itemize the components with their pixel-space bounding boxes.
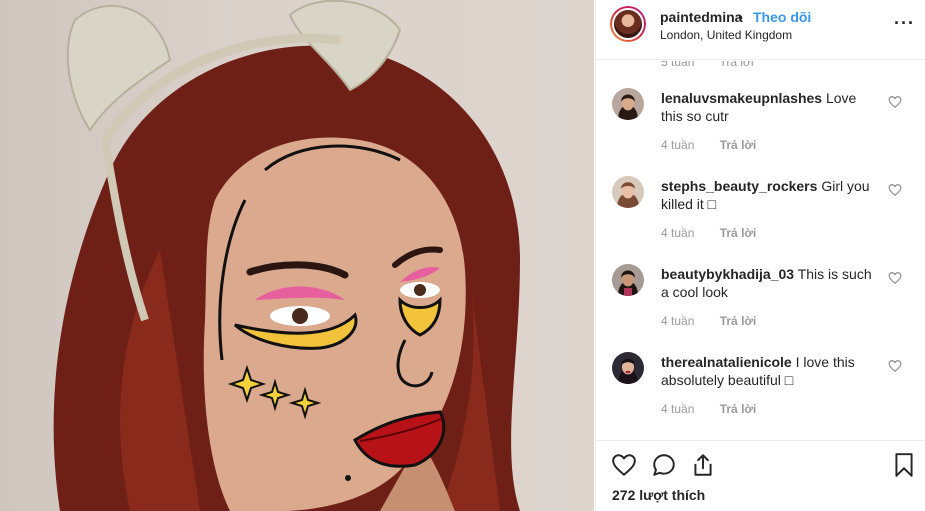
author-username[interactable]: paintedmina (660, 9, 742, 25)
like-comment-heart-icon[interactable] (888, 183, 902, 197)
comment-meta: 4 tuần Trả lời (661, 402, 756, 416)
commenter-avatar[interactable] (612, 88, 644, 120)
comment-item: lenaluvsmakeupnlashes Love this so cutr … (596, 88, 925, 176)
header-separator: • (738, 9, 743, 25)
comment-timestamp: 5 tuần (661, 61, 695, 69)
comment-meta: 4 tuần Trả lời (661, 138, 756, 152)
comments-list[interactable]: 5 tuần Trả lời lenaluvsmakeupnlashes Lov… (596, 61, 925, 439)
heart-icon[interactable] (611, 452, 637, 478)
follow-button[interactable]: Theo dõi (753, 9, 811, 25)
comment-text-block: beautybykhadija_03 This is such a cool l… (661, 265, 877, 301)
reply-button[interactable]: Trả lời (720, 138, 757, 152)
post-photo[interactable] (0, 0, 594, 511)
commenter-avatar[interactable] (612, 352, 644, 384)
commenter-avatar[interactable] (612, 264, 644, 296)
comment-timestamp: 4 tuần (661, 226, 695, 240)
like-comment-heart-icon[interactable] (888, 271, 902, 285)
share-icon[interactable] (690, 452, 716, 478)
comment-item: beautybykhadija_03 This is such a cool l… (596, 264, 925, 352)
reply-button[interactable]: Trả lời (720, 314, 757, 328)
comment-text-block: therealnatalienicole I love this absolut… (661, 353, 877, 389)
post-side-panel: paintedmina • Theo dõi London, United Ki… (595, 0, 925, 511)
author-avatar[interactable] (610, 6, 646, 42)
comment-meta: 4 tuần Trả lời (661, 226, 756, 240)
post-header: paintedmina • Theo dõi London, United Ki… (596, 0, 925, 60)
previous-comment-meta: 5 tuần Trả lời (661, 61, 776, 69)
comment-timestamp: 4 tuần (661, 402, 695, 416)
likes-count[interactable]: 272 lượt thích (612, 487, 705, 503)
like-comment-heart-icon[interactable] (888, 95, 902, 109)
commenter-username[interactable]: stephs_beauty_rockers (661, 178, 817, 194)
like-comment-heart-icon[interactable] (888, 359, 902, 373)
commenter-username[interactable]: lenaluvsmakeupnlashes (661, 90, 822, 106)
bookmark-icon[interactable] (891, 452, 917, 478)
comment-timestamp: 4 tuần (661, 314, 695, 328)
reply-button[interactable]: Trả lời (720, 61, 754, 69)
comment-item: stephs_beauty_rockers Girl you killed it… (596, 176, 925, 264)
post-location[interactable]: London, United Kingdom (660, 28, 792, 42)
comment-item: therealnatalienicole I love this absolut… (596, 352, 925, 439)
commenter-username[interactable]: therealnatalienicole (661, 354, 792, 370)
more-options-icon[interactable]: ··· (894, 13, 915, 34)
reply-button[interactable]: Trả lời (720, 226, 757, 240)
post-actions-bar: 272 lượt thích (596, 440, 925, 511)
comment-text-block: lenaluvsmakeupnlashes Love this so cutr (661, 89, 877, 125)
comment-icon[interactable] (651, 452, 677, 478)
commenter-avatar[interactable] (612, 176, 644, 208)
comment-text-block: stephs_beauty_rockers Girl you killed it… (661, 177, 877, 213)
reply-button[interactable]: Trả lời (720, 402, 757, 416)
makeup-photo-illustration (53, 0, 521, 511)
comment-timestamp: 4 tuần (661, 138, 695, 152)
commenter-username[interactable]: beautybykhadija_03 (661, 266, 794, 282)
comment-meta: 4 tuần Trả lời (661, 314, 756, 328)
